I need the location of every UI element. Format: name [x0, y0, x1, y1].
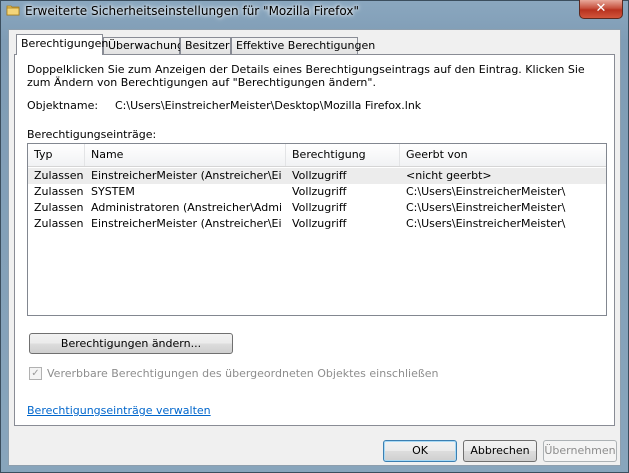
ok-button[interactable]: OK	[383, 440, 457, 462]
tab-ueberwachung[interactable]: Überwachung	[103, 37, 184, 54]
change-permissions-button[interactable]: Berechtigungen ändern...	[29, 333, 233, 354]
column-header-geerbt-von[interactable]: Geerbt von	[400, 144, 606, 166]
tab-berechtigungen[interactable]: Berechtigungen	[16, 34, 108, 55]
tab-panel: Doppelklicken Sie zum Anzeigen der Detai…	[14, 54, 615, 426]
tab-effektive-berechtigungen[interactable]: Effektive Berechtigungen	[231, 37, 375, 54]
object-name-label: Objektname:	[27, 99, 99, 112]
list-header: Typ Name Berechtigung Geerbt von	[28, 144, 606, 167]
table-row[interactable]: Zulassen EinstreicherMeister (Anstreiche…	[28, 168, 606, 184]
folder-icon	[6, 5, 20, 16]
title-bar[interactable]: Erweiterte Sicherheitseinstellungen für …	[1, 0, 628, 23]
dialog-window: Erweiterte Sicherheitseinstellungen für …	[0, 0, 629, 473]
inherit-permissions-label: Vererbbare Berechtigungen des übergeordn…	[47, 367, 439, 380]
table-row[interactable]: Zulassen SYSTEM Vollzugriff C:\Users\Ein…	[28, 184, 606, 200]
column-header-typ[interactable]: Typ	[28, 144, 85, 166]
cell-name: SYSTEM	[91, 185, 135, 198]
cell-name: EinstreicherMeister (Anstreicher\Einstr.…	[91, 217, 281, 230]
cell-name: EinstreicherMeister (Anstreicher\Einstr.…	[91, 169, 281, 182]
dialog-client-area: Berechtigungen Überwachung Besitzer Effe…	[8, 29, 621, 466]
intro-text: Doppelklicken Sie zum Anzeigen der Detai…	[27, 63, 585, 89]
cell-berechtigung: Vollzugriff	[292, 217, 347, 230]
cell-typ: Zulassen	[34, 201, 84, 214]
window-title: Erweiterte Sicherheitseinstellungen für …	[25, 4, 359, 18]
cancel-button[interactable]: Abbrechen	[463, 440, 537, 462]
cell-typ: Zulassen	[34, 185, 84, 198]
entries-label: Berechtigungseinträge:	[27, 128, 157, 141]
close-icon: ✕	[595, 1, 607, 16]
tab-besitzer[interactable]: Besitzer	[180, 37, 231, 54]
cell-typ: Zulassen	[34, 169, 84, 182]
table-row[interactable]: Zulassen Administratoren (Anstreicher\Ad…	[28, 200, 606, 216]
column-header-berechtigung[interactable]: Berechtigung	[286, 144, 400, 166]
column-header-name[interactable]: Name	[85, 144, 286, 166]
close-button[interactable]: ✕	[579, 0, 623, 19]
cell-geerbt-von: C:\Users\EinstreicherMeister\	[406, 201, 566, 214]
cell-geerbt-von: C:\Users\EinstreicherMeister\	[406, 185, 566, 198]
apply-button[interactable]: Übernehmen	[543, 440, 617, 462]
cell-name: Administratoren (Anstreicher\Administr..…	[91, 201, 281, 214]
inherit-permissions-checkbox[interactable]: ✓	[29, 367, 42, 380]
manage-entries-link[interactable]: Berechtigungseinträge verwalten	[27, 404, 211, 417]
cell-geerbt-von: <nicht geerbt>	[406, 169, 492, 182]
object-name-value: C:\Users\EinstreicherMeister\Desktop\Moz…	[115, 99, 422, 112]
permission-list[interactable]: Typ Name Berechtigung Geerbt von Zulasse…	[27, 143, 607, 316]
cell-geerbt-von: C:\Users\EinstreicherMeister\	[406, 217, 566, 230]
cell-berechtigung: Vollzugriff	[292, 169, 347, 182]
table-row[interactable]: Zulassen EinstreicherMeister (Anstreiche…	[28, 216, 606, 232]
cell-berechtigung: Vollzugriff	[292, 185, 347, 198]
cell-berechtigung: Vollzugriff	[292, 201, 347, 214]
cell-typ: Zulassen	[34, 217, 84, 230]
